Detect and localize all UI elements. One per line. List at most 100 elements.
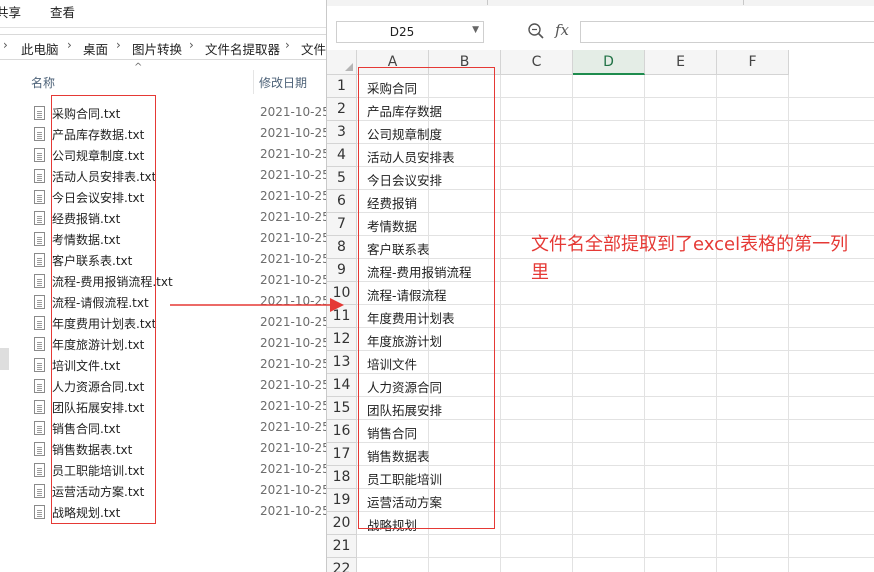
column-header-a[interactable]: A (357, 50, 429, 75)
file-row[interactable]: 活动人员安排表.txt 2021-10-25 (0, 166, 326, 187)
row-header[interactable]: 15 (327, 397, 357, 420)
row-header[interactable]: 19 (327, 489, 357, 512)
select-all-corner[interactable] (327, 50, 357, 75)
cell-a[interactable]: 团队拓展安排 (367, 400, 442, 419)
cell-a[interactable]: 销售合同 (367, 423, 417, 442)
gridline-horizontal (357, 120, 874, 121)
address-bar[interactable]: › 此电脑 › 桌面 › 图片转换 › 文件名提取器 › 文件 (0, 34, 326, 60)
cell-a[interactable]: 员工职能培训 (367, 469, 442, 488)
row-header[interactable]: 14 (327, 374, 357, 397)
breadcrumb-image-convert[interactable]: 图片转换 (132, 39, 182, 58)
column-divider[interactable] (253, 70, 254, 94)
file-row[interactable]: 年度费用计划表.txt 2021-10-25 (0, 313, 326, 334)
file-date: 2021-10-25 (260, 231, 326, 245)
row-header[interactable]: 10 (327, 282, 357, 305)
cell-a[interactable]: 战略规划 (367, 515, 417, 534)
row-header[interactable]: 9 (327, 259, 357, 282)
row-header[interactable]: 12 (327, 328, 357, 351)
column-header-b[interactable]: B (429, 50, 501, 75)
ribbon-tab-share[interactable]: 共享 (0, 2, 21, 21)
file-row[interactable]: 客户联系表.txt 2021-10-25 (0, 250, 326, 271)
gridline-horizontal (357, 143, 874, 144)
cell-a[interactable]: 年度旅游计划 (367, 331, 442, 350)
cell-a[interactable]: 今日会议安排 (367, 170, 442, 189)
column-header-name[interactable]: 名称 (31, 74, 55, 91)
file-row[interactable]: 考情数据.txt 2021-10-25 (0, 229, 326, 250)
row-header[interactable]: 21 (327, 535, 357, 558)
breadcrumb-chevron-icon: › (189, 38, 194, 52)
row-header[interactable]: 8 (327, 236, 357, 259)
cell-a[interactable]: 考情数据 (367, 216, 417, 235)
cell-a[interactable]: 客户联系表 (367, 239, 430, 258)
cell-a[interactable]: 培训文件 (367, 354, 417, 373)
cell-a[interactable]: 产品库存数据 (367, 101, 442, 120)
gridline-horizontal (357, 373, 874, 374)
function-icon[interactable]: fx (555, 21, 569, 39)
row-header[interactable]: 6 (327, 190, 357, 213)
row-header[interactable]: 1 (327, 75, 357, 98)
row-header[interactable]: 7 (327, 213, 357, 236)
column-header-f[interactable]: F (717, 50, 789, 75)
cell-a[interactable]: 公司规章制度 (367, 124, 442, 143)
cell-a[interactable]: 采购合同 (367, 78, 417, 97)
file-row[interactable]: 公司规章制度.txt 2021-10-25 (0, 145, 326, 166)
file-date: 2021-10-25 (260, 420, 326, 434)
file-row[interactable]: 员工职能培训.txt 2021-10-25 (0, 460, 326, 481)
row-header[interactable]: 18 (327, 466, 357, 489)
file-row[interactable]: 销售数据表.txt 2021-10-25 (0, 439, 326, 460)
file-row[interactable]: 人力资源合同.txt 2021-10-25 (0, 376, 326, 397)
cell-a[interactable]: 运营活动方案 (367, 492, 442, 511)
cell-a[interactable]: 年度费用计划表 (367, 308, 455, 327)
column-header-e[interactable]: E (645, 50, 717, 75)
row-header[interactable]: 2 (327, 98, 357, 121)
row-header[interactable]: 11 (327, 305, 357, 328)
row-header[interactable]: 13 (327, 351, 357, 374)
row-header[interactable]: 20 (327, 512, 357, 535)
ribbon-tab-view[interactable]: 查看 (50, 2, 75, 21)
formula-bar-input[interactable] (580, 21, 874, 43)
row-header[interactable]: 16 (327, 420, 357, 443)
file-row[interactable]: 年度旅游计划.txt 2021-10-25 (0, 334, 326, 355)
file-row[interactable]: 战略规划.txt 2021-10-25 (0, 502, 326, 523)
column-header-c[interactable]: C (501, 50, 573, 75)
file-name: 人力资源合同.txt (52, 380, 145, 394)
cell-a[interactable]: 人力资源合同 (367, 377, 442, 396)
gridline-vertical (716, 75, 717, 572)
column-header-d[interactable]: D (573, 50, 645, 75)
text-file-icon (34, 106, 45, 120)
breadcrumb-desktop[interactable]: 桌面 (83, 39, 108, 58)
file-date: 2021-10-25 (260, 126, 326, 140)
breadcrumb-this-pc[interactable]: 此电脑 (21, 39, 59, 58)
file-row[interactable]: 团队拓展安排.txt 2021-10-25 (0, 397, 326, 418)
file-row[interactable]: 培训文件.txt 2021-10-25 (0, 355, 326, 376)
file-row[interactable]: 销售合同.txt 2021-10-25 (0, 418, 326, 439)
cell-a[interactable]: 活动人员安排表 (367, 147, 455, 166)
worksheet-grid[interactable]: A B C D E F 1 2 3 4 5 6 7 8 9 10 11 12 13 14 15 16 17 18 19 20 21 2… (327, 50, 874, 572)
row-header[interactable]: 4 (327, 144, 357, 167)
file-row[interactable]: 经费报销.txt 2021-10-25 (0, 208, 326, 229)
name-box[interactable]: D25 ▼ (336, 21, 484, 43)
cell-a[interactable]: 流程-请假流程 (367, 285, 447, 304)
breadcrumb-folder[interactable]: 文件 (301, 39, 326, 58)
breadcrumb-filename-extractor[interactable]: 文件名提取器 (205, 39, 280, 58)
row-header[interactable]: 22 (327, 558, 357, 572)
chevron-down-icon[interactable]: ▼ (472, 25, 479, 35)
column-header-date[interactable]: 修改日期 (259, 74, 307, 91)
cell-a[interactable]: 销售数据表 (367, 446, 430, 465)
file-row[interactable]: 流程-费用报销流程.txt 2021-10-25 (0, 271, 326, 292)
file-row[interactable]: 流程-请假流程.txt 2021-10-25 (0, 292, 326, 313)
gridline-vertical (572, 75, 573, 572)
cell-a[interactable]: 经费报销 (367, 193, 417, 212)
row-header[interactable]: 5 (327, 167, 357, 190)
file-row[interactable]: 产品库存数据.txt 2021-10-25 (0, 124, 326, 145)
file-row[interactable]: 运营活动方案.txt 2021-10-25 (0, 481, 326, 502)
gridline-horizontal (357, 327, 874, 328)
text-file-icon (34, 274, 45, 288)
ribbon-divider (0, 27, 326, 28)
cell-a[interactable]: 流程-费用报销流程 (367, 262, 472, 281)
file-row[interactable]: 今日会议安排.txt 2021-10-25 (0, 187, 326, 208)
file-row[interactable]: 采购合同.txt 2021-10-25 (0, 103, 326, 124)
row-header[interactable]: 3 (327, 121, 357, 144)
row-header[interactable]: 17 (327, 443, 357, 466)
zoom-icon[interactable] (527, 22, 545, 40)
